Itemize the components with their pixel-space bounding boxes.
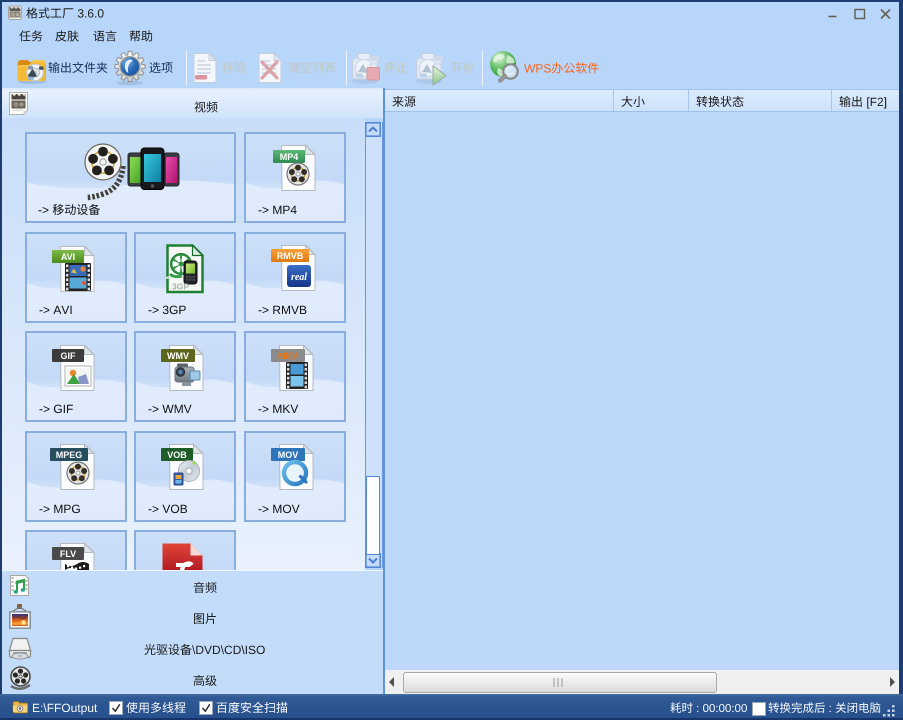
svg-text:GIF: GIF [61, 351, 77, 361]
svg-text:real: real [291, 272, 307, 283]
svg-text:MKV: MKV [278, 351, 298, 361]
svg-text:MP4: MP4 [280, 152, 299, 162]
svg-text:MPEG: MPEG [56, 450, 83, 460]
svg-text:VOB: VOB [167, 450, 187, 460]
svg-text:WMV: WMV [167, 351, 189, 361]
svg-text:RMVB: RMVB [277, 251, 304, 261]
svg-text:AVI: AVI [61, 252, 75, 262]
svg-text:FLV: FLV [60, 549, 76, 559]
svg-text:3GP: 3GP [172, 282, 189, 292]
svg-text:MOV: MOV [278, 450, 299, 460]
